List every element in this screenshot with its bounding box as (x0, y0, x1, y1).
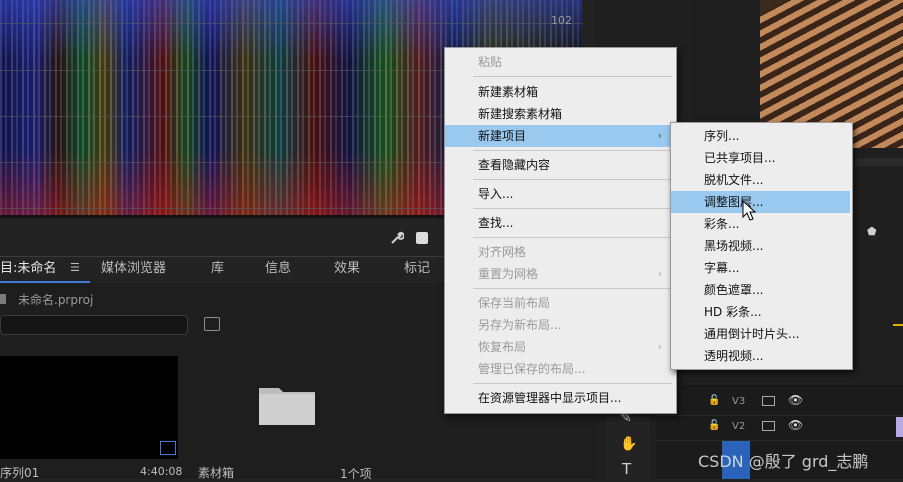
sync-icon[interactable] (762, 421, 775, 431)
menu-item-new-item[interactable]: 新建项目 › (445, 125, 674, 147)
track-row: 🔓 V3 👁 (656, 391, 903, 416)
menu-separator (473, 76, 672, 77)
submenu-item-color-matte[interactable]: 颜色遮罩... (671, 279, 850, 301)
project-file-icon (0, 294, 6, 304)
menu-item-view-hidden[interactable]: 查看隐藏内容 (445, 154, 674, 176)
submenu-item-caption[interactable]: 字幕... (671, 257, 850, 279)
eye-icon[interactable]: 👁 (788, 418, 803, 432)
sequence-thumbnail[interactable] (0, 356, 178, 459)
sequence-name: 序列01 (0, 466, 40, 480)
menu-item-new-search-bin[interactable]: 新建搜索素材箱 (445, 103, 674, 125)
search-input[interactable] (0, 315, 188, 335)
menu-item-label: 恢复布局 (478, 340, 527, 354)
watermark-text: CSDN @殷了 grd_志鹏 (698, 452, 869, 471)
menu-item-show-in-explorer[interactable]: 在资源管理器中显示项目... (445, 387, 674, 409)
scope-gridline (0, 23, 582, 24)
lock-icon[interactable]: 🔓 (708, 395, 720, 406)
menu-separator (473, 237, 672, 238)
sequence-duration: 4:40:08 (140, 465, 183, 478)
submenu-item-transparent-video[interactable]: 透明视频... (671, 345, 850, 367)
wrench-icon[interactable] (390, 231, 404, 245)
menu-separator (473, 288, 672, 289)
hand-tool-icon[interactable]: ✋ (620, 436, 637, 452)
submenu-item-adjustment-layer[interactable]: 调整图层... (671, 191, 850, 213)
bin-folder-icon[interactable] (258, 384, 316, 426)
tab-info[interactable]: 信息 (265, 257, 291, 283)
clip-segment[interactable] (896, 417, 903, 437)
tab-library[interactable]: 库 (211, 257, 224, 283)
menu-item-label: 新建项目 (478, 129, 527, 143)
menu-separator (473, 383, 672, 384)
project-file-name: 未命名.prproj (18, 293, 94, 307)
menu-separator (473, 179, 672, 180)
bin-name: 素材箱 (198, 466, 235, 480)
submenu-item-bars-and-tone[interactable]: 彩条... (671, 213, 850, 235)
submenu-item-hd-bars[interactable]: HD 彩条... (671, 301, 850, 323)
menu-item-reset-grid[interactable]: 重置为网格 › (445, 263, 674, 285)
context-menu: 粘贴 新建素材箱 新建搜索素材箱 新建项目 › 查看隐藏内容 导入... 查找.… (444, 47, 677, 414)
menu-item-save-layout[interactable]: 保存当前布局 (445, 292, 674, 314)
track-label: V3 (732, 396, 746, 407)
track-row: 🔓 V2 👁 (656, 416, 903, 441)
lock-icon[interactable]: 🔓 (708, 420, 720, 431)
text-tool-icon[interactable]: T (622, 460, 631, 478)
submenu-item-countdown-leader[interactable]: 通用倒计时片头... (671, 323, 850, 345)
submenu-item-black-video[interactable]: 黑场视频... (671, 235, 850, 257)
menu-separator (473, 208, 672, 209)
tab-project[interactable]: 目:未命名 (0, 257, 56, 283)
menu-item-restore-layout[interactable]: 恢复布局 › (445, 336, 674, 358)
menu-item-label: 重置为网格 (478, 267, 539, 281)
menu-separator (473, 150, 672, 151)
submenu-arrow-icon: › (657, 129, 662, 142)
scope-checkbox[interactable] (416, 232, 428, 244)
marker-icon[interactable]: ⬟ (867, 225, 877, 238)
menu-item-align-grid[interactable]: 对齐网格 (445, 241, 674, 263)
tab-media-browser[interactable]: 媒体浏览器 (101, 257, 166, 283)
submenu-item-offline-file[interactable]: 脱机文件... (671, 169, 850, 191)
menu-item-paste[interactable]: 粘贴 (445, 51, 674, 73)
bin-item-count: 1个项 (340, 467, 372, 481)
tab-markers[interactable]: 标记 (404, 257, 430, 283)
new-item-submenu: 序列... 已共享项目... 脱机文件... 调整图层... 彩条... 黑场视… (670, 122, 853, 370)
submenu-arrow-icon: › (657, 340, 662, 353)
submenu-item-shared-project[interactable]: 已共享项目... (671, 147, 850, 169)
tab-menu-icon[interactable]: ☰ (70, 261, 80, 274)
sync-icon[interactable] (762, 396, 775, 406)
menu-item-find[interactable]: 查找... (445, 212, 674, 234)
menu-item-save-new-layout[interactable]: 另存为新布局... (445, 314, 674, 336)
submenu-item-sequence[interactable]: 序列... (671, 125, 850, 147)
menu-item-new-bin[interactable]: 新建素材箱 (445, 81, 674, 103)
menu-item-import[interactable]: 导入... (445, 183, 674, 205)
track-label: V2 (732, 421, 746, 432)
sequence-badge-icon (160, 441, 176, 455)
eye-icon[interactable]: 👁 (788, 393, 803, 407)
menu-item-manage-layouts[interactable]: 管理已保存的布局... (445, 358, 674, 380)
search-icon[interactable] (204, 317, 220, 331)
timeline-ruler (855, 158, 903, 166)
submenu-arrow-icon: › (657, 267, 662, 280)
mouse-cursor-icon (742, 200, 757, 221)
tab-effects[interactable]: 效果 (334, 257, 360, 283)
scope-scale-label: 102 (551, 14, 572, 27)
playhead-indicator (893, 324, 903, 326)
